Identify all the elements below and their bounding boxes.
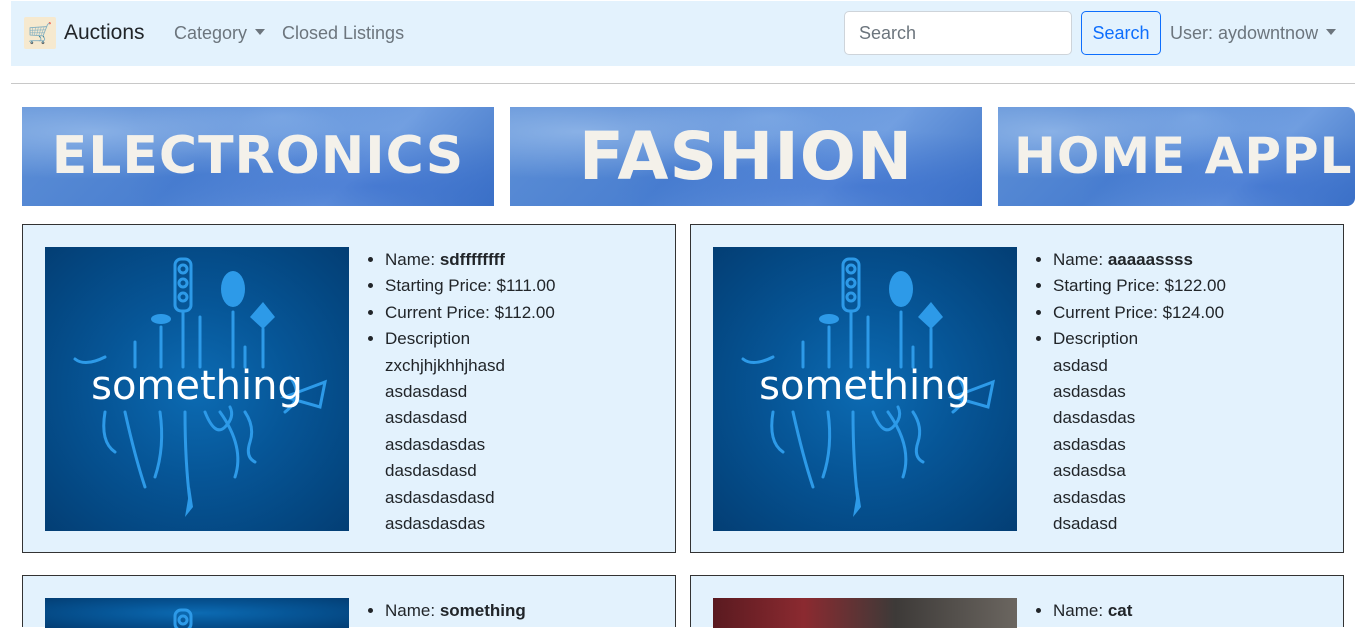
listing-image[interactable]: something <box>45 247 349 531</box>
description-label: Description <box>385 329 471 349</box>
listing-details: Name: cat <box>1021 598 1331 624</box>
listing-name-value[interactable]: sdffffffff <box>440 250 505 269</box>
listing-card[interactable]: Name: something <box>22 575 676 628</box>
user-dropdown[interactable]: User: aydowntnow <box>1170 23 1337 44</box>
listing-name: Name: aaaaassss <box>1053 247 1331 273</box>
listing-name: Name: sdffffffff <box>385 247 663 273</box>
banner-label: ELECTRONICS <box>51 126 465 186</box>
listing-card[interactable]: something Name: sdffffffff Starting Pric… <box>22 224 676 553</box>
description-text: asdasd asdasdas dasdasdas asdasdas asdas… <box>1053 355 1136 534</box>
description: Description zxchjhjkhhjhasd asdasdasd as… <box>385 326 663 537</box>
shopping-cart-icon[interactable]: 🛒 <box>24 17 56 49</box>
closed-listings-link[interactable]: Closed Listings <box>282 23 404 44</box>
listing-name: Name: cat <box>1053 598 1331 624</box>
listing-image[interactable]: something <box>713 247 1017 531</box>
description-label: Description <box>1053 329 1139 349</box>
banner-electronics[interactable]: ELECTRONICS <box>22 107 494 206</box>
listing-name-value[interactable]: cat <box>1108 601 1133 620</box>
listing-name: Name: something <box>385 598 663 624</box>
listing-image[interactable] <box>713 598 1017 628</box>
chevron-down-icon <box>1326 29 1337 36</box>
brand[interactable]: 🛒 Auctions <box>24 17 145 49</box>
current-price: Current Price: $112.00 <box>385 300 663 326</box>
user-label: User: aydowntnow <box>1170 23 1319 43</box>
listing-details: Name: something <box>353 598 663 624</box>
navbar: 🛒 Auctions Category Closed Listings Sear… <box>11 1 1355 66</box>
category-label: Category <box>174 23 248 43</box>
something-artwork <box>173 608 193 628</box>
image-caption: something <box>759 363 971 409</box>
listing-details: Name: aaaaassss Starting Price: $122.00 … <box>1021 247 1331 537</box>
starting-price: Starting Price: $122.00 <box>1053 273 1331 299</box>
banner-label: FASHION <box>578 118 914 195</box>
image-caption: something <box>91 363 303 409</box>
starting-price: Starting Price: $111.00 <box>385 273 663 299</box>
category-dropdown[interactable]: Category <box>174 23 266 44</box>
listing-image[interactable] <box>45 598 349 628</box>
banner-home-appliances[interactable]: HOME APPLIA <box>998 107 1355 206</box>
search-button[interactable]: Search <box>1081 11 1161 55</box>
listing-card[interactable]: Name: cat <box>690 575 1344 628</box>
current-price: Current Price: $124.00 <box>1053 300 1331 326</box>
listing-name-value[interactable]: something <box>440 601 526 620</box>
search-input[interactable] <box>844 11 1072 55</box>
something-artwork: something <box>73 257 328 517</box>
description-text: zxchjhjkhhjhasd asdasdasd asdasdasd asda… <box>385 355 506 534</box>
listing-details: Name: sdffffffff Starting Price: $111.00… <box>353 247 663 537</box>
description: Description asdasd asdasdas dasdasdas as… <box>1053 326 1331 537</box>
divider <box>11 83 1355 84</box>
chevron-down-icon <box>255 29 266 36</box>
brand-title[interactable]: Auctions <box>64 21 145 45</box>
something-artwork: something <box>741 257 996 517</box>
banner-label: HOME APPLIA <box>1014 127 1355 185</box>
listing-card[interactable]: something Name: aaaaassss Starting Price… <box>690 224 1344 553</box>
banner-fashion[interactable]: FASHION <box>510 107 982 206</box>
listing-name-value[interactable]: aaaaassss <box>1108 250 1193 269</box>
